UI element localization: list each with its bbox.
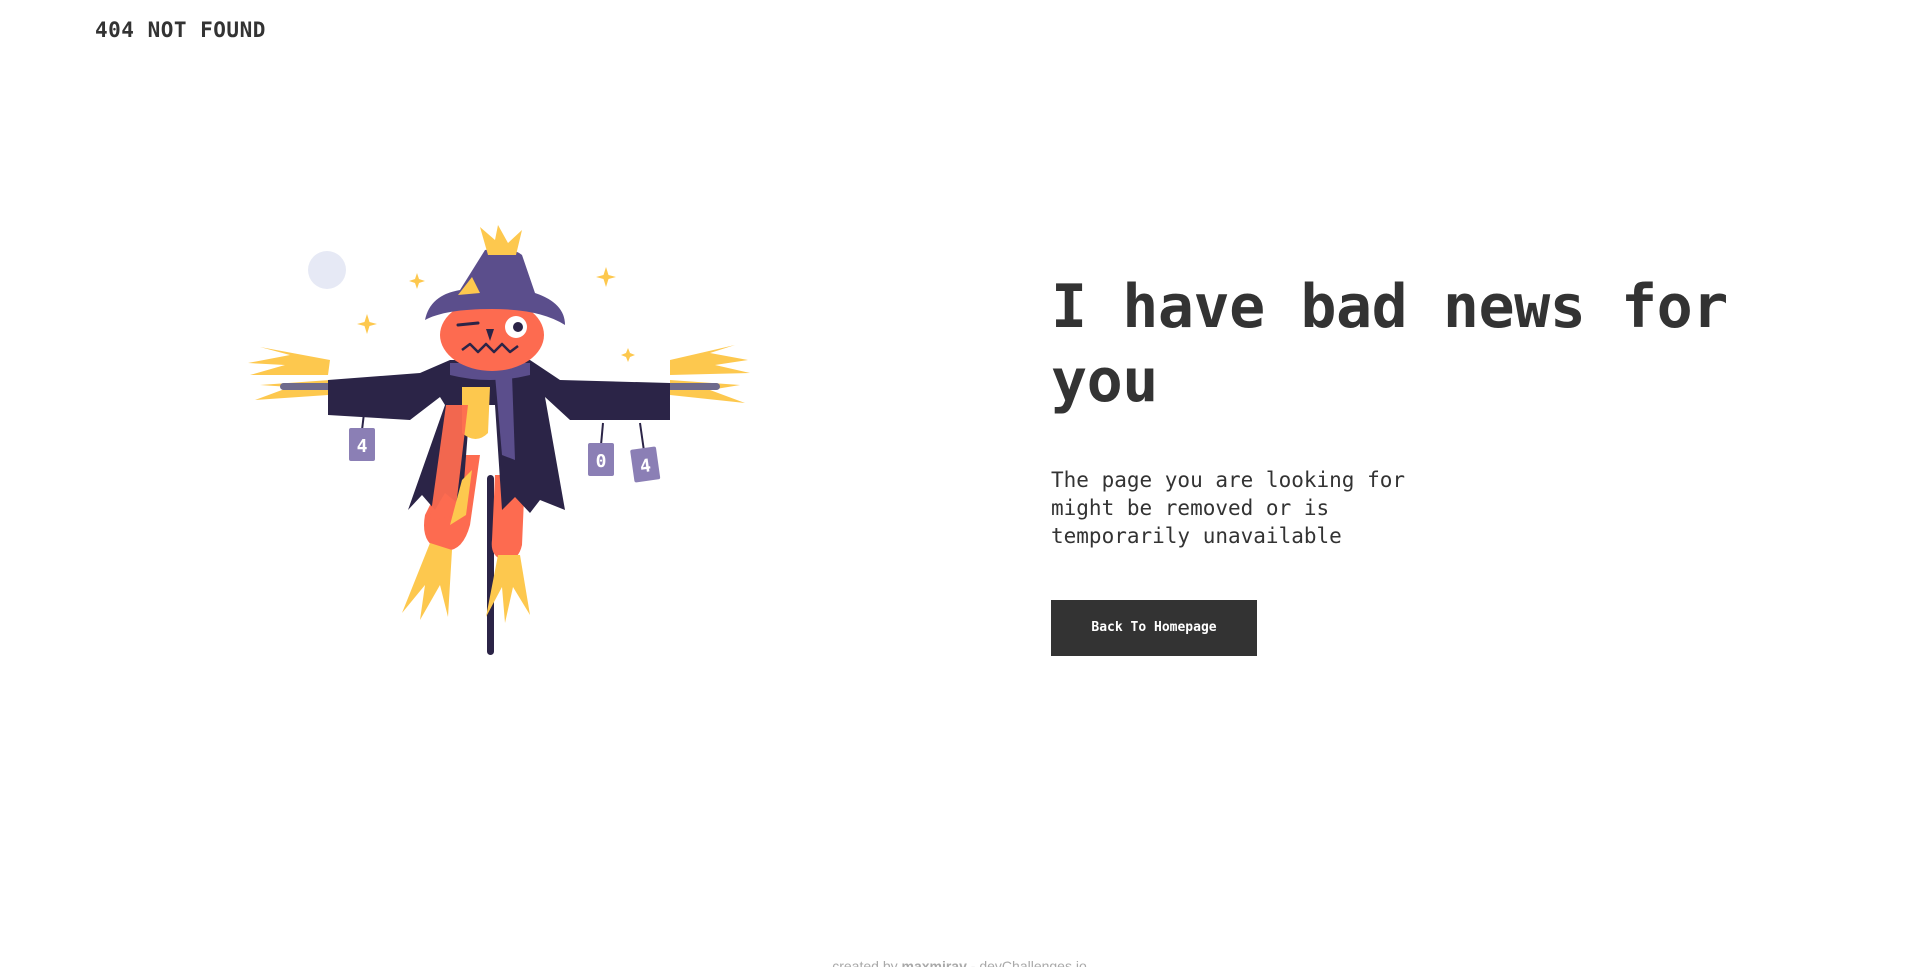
- author-link[interactable]: maxmirav: [902, 958, 967, 967]
- straw-left: [248, 347, 330, 400]
- scarecrow-illustration: 4 0 4: [248, 225, 750, 655]
- footer: created by maxmirav - devChallenges.io: [0, 958, 1919, 967]
- main-content: I have bad news for you The page you are…: [1051, 270, 1771, 656]
- straw-right: [670, 345, 750, 403]
- can-icon: 4: [349, 428, 375, 461]
- straw-feet: [402, 543, 530, 623]
- back-to-homepage-button[interactable]: Back To Homepage: [1051, 600, 1257, 656]
- site-link[interactable]: devChallenges.io: [979, 958, 1086, 967]
- page-headline: I have bad news for you: [1051, 272, 1728, 416]
- svg-text:0: 0: [596, 451, 607, 472]
- can-icon: 4: [630, 446, 661, 483]
- footer-separator: -: [970, 958, 976, 967]
- moon-icon: [308, 251, 346, 289]
- brand-logo: 404 NOT FOUND: [95, 18, 266, 42]
- can-icon: 0: [588, 443, 614, 476]
- svg-text:4: 4: [357, 436, 368, 457]
- pole: [487, 475, 494, 655]
- footer-prefix: created by: [832, 958, 898, 967]
- error-message: The page you are looking for might be re…: [1051, 468, 1406, 548]
